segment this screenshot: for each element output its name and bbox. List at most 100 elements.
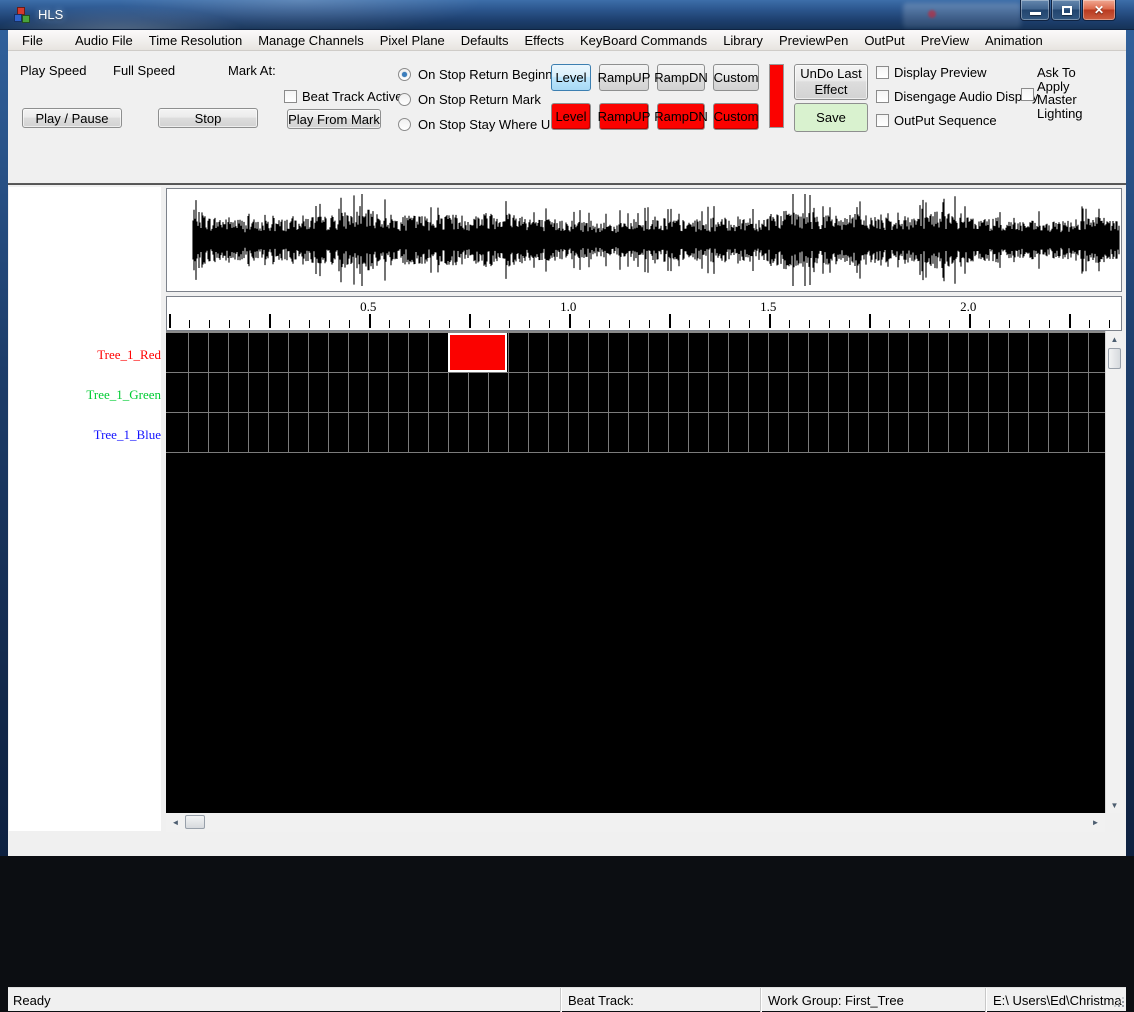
play-pause-button[interactable]: Play / Pause bbox=[22, 108, 122, 128]
scroll-left-icon[interactable]: ◄ bbox=[168, 814, 183, 831]
time-ruler[interactable]: 0.5 1.0 1.5 2.0 bbox=[166, 296, 1122, 331]
horizontal-scrollbar[interactable]: ◄ ► bbox=[166, 813, 1105, 832]
radio-on-stop-return-mark-icon[interactable] bbox=[398, 93, 411, 106]
checkbox-display-preview-box[interactable] bbox=[876, 66, 889, 79]
radio-on-stop-stay-where-u-r[interactable]: On Stop Stay Where U R bbox=[398, 117, 570, 132]
checkbox-disengage-audio-display-box[interactable] bbox=[876, 90, 889, 103]
ruler-tick bbox=[949, 320, 950, 328]
menu-bar: File Audio File Time Resolution Manage Chan… bbox=[8, 30, 1126, 51]
channel-label-tree-1-blue[interactable]: Tree_1_Blue bbox=[9, 427, 162, 443]
ask-master-line: Lighting bbox=[1037, 105, 1083, 121]
beat-track-active-checkbox[interactable]: Beat Track Active bbox=[284, 89, 402, 104]
ruler-tick bbox=[1089, 320, 1090, 328]
ruler-label-1-0: 1.0 bbox=[560, 299, 577, 314]
ruler-tick bbox=[369, 314, 371, 328]
channel-label-tree-1-red[interactable]: Tree_1_Red bbox=[9, 347, 162, 363]
ruler-tick bbox=[1049, 320, 1050, 328]
stop-button[interactable]: Stop bbox=[158, 108, 258, 128]
mark-at-label: Mark At: bbox=[228, 63, 276, 78]
ruler-tick bbox=[229, 320, 230, 328]
channel-grid[interactable] bbox=[166, 331, 1105, 813]
close-button[interactable]: ✕ bbox=[1082, 0, 1116, 21]
window-controls: ✕ bbox=[1020, 0, 1116, 21]
ruler-tick bbox=[829, 320, 830, 328]
status-beat-track: Beat Track: bbox=[560, 988, 760, 1012]
current-color-swatch[interactable] bbox=[769, 64, 784, 128]
resize-grip[interactable] bbox=[1112, 995, 1124, 1007]
menu-item-file[interactable]: File bbox=[14, 31, 51, 50]
effect-rampdn-red-button[interactable]: RampDN bbox=[654, 103, 708, 130]
ruler-tick bbox=[349, 320, 350, 328]
radio-on-stop-return-beginning-icon[interactable] bbox=[398, 68, 411, 81]
ruler-tick bbox=[1029, 320, 1030, 328]
vertical-scrollbar[interactable]: ▲ ▼ bbox=[1105, 331, 1123, 813]
checkbox-disengage-audio-display[interactable]: Disengage Audio Display bbox=[876, 89, 1039, 104]
grid-row-tree-1-blue[interactable] bbox=[166, 413, 1105, 453]
ruler-tick bbox=[989, 320, 990, 328]
scroll-down-icon[interactable]: ▼ bbox=[1106, 797, 1123, 813]
grid-row-tree-1-red[interactable] bbox=[166, 333, 1105, 373]
ask-to-apply-master-lighting-checkbox[interactable] bbox=[1021, 88, 1034, 101]
ask-master-line: Ask To bbox=[1037, 65, 1076, 80]
minimize-icon bbox=[1030, 12, 1041, 15]
ruler-tick bbox=[529, 320, 530, 328]
ruler-tick bbox=[729, 320, 730, 328]
ruler-tick bbox=[1109, 320, 1110, 328]
minimize-button[interactable] bbox=[1020, 0, 1050, 21]
checkbox-display-preview[interactable]: Display Preview bbox=[876, 65, 986, 80]
scroll-up-icon[interactable]: ▲ bbox=[1106, 331, 1123, 347]
status-ready: Ready bbox=[13, 992, 51, 1008]
ruler-tick bbox=[1009, 320, 1010, 328]
checkbox-output-sequence-box[interactable] bbox=[876, 114, 889, 127]
radio-on-stop-return-beginning[interactable]: On Stop Return Beginning bbox=[398, 67, 570, 82]
effect-rampup-red-button[interactable]: RampUP bbox=[598, 103, 650, 130]
effect-buttons-row-red: Level RampUP RampDN Custom bbox=[551, 103, 759, 130]
beat-track-checkbox-box[interactable] bbox=[284, 90, 297, 103]
maximize-button[interactable] bbox=[1051, 0, 1081, 21]
play-from-mark-button[interactable]: Play From Mark bbox=[287, 109, 381, 129]
menu-item-pixel-plane[interactable]: Pixel Plane bbox=[372, 31, 453, 50]
menu-item-animation[interactable]: Animation bbox=[977, 31, 1051, 50]
effect-custom-button[interactable]: Custom bbox=[713, 64, 759, 91]
menu-item-effects[interactable]: Effects bbox=[517, 31, 573, 50]
horizontal-scrollbar-thumb[interactable] bbox=[185, 815, 205, 829]
window-border-bottom bbox=[0, 856, 1134, 861]
effect-level-red-button[interactable]: Level bbox=[551, 103, 591, 130]
effect-level-button[interactable]: Level bbox=[551, 64, 591, 91]
menu-item-preview[interactable]: PreView bbox=[913, 31, 977, 50]
maximize-icon bbox=[1062, 6, 1072, 15]
radio-on-stop-return-beginning-label: On Stop Return Beginning bbox=[418, 67, 570, 82]
menu-item-output[interactable]: OutPut bbox=[856, 31, 912, 50]
ruler-tick bbox=[769, 314, 771, 328]
checkbox-output-sequence[interactable]: OutPut Sequence bbox=[876, 113, 997, 128]
ruler-tick bbox=[929, 320, 930, 328]
undo-last-effect-button[interactable]: UnDo Last Effect bbox=[794, 64, 868, 100]
ruler-tick bbox=[569, 314, 571, 328]
beat-track-checkbox-label: Beat Track Active bbox=[302, 89, 403, 104]
effect-custom-red-button[interactable]: Custom bbox=[713, 103, 759, 130]
active-effect-cell[interactable] bbox=[448, 333, 507, 372]
menu-item-defaults[interactable]: Defaults bbox=[453, 31, 517, 50]
channel-label-tree-1-green[interactable]: Tree_1_Green bbox=[9, 387, 162, 403]
radio-on-stop-return-mark[interactable]: On Stop Return Mark bbox=[398, 92, 570, 107]
audio-waveform-panel[interactable] bbox=[166, 188, 1122, 292]
ask-master-checkbox-box[interactable] bbox=[1021, 88, 1034, 101]
radio-on-stop-stay-where-u-r-icon[interactable] bbox=[398, 118, 411, 131]
audio-waveform bbox=[192, 194, 1120, 286]
menu-item-audio-file[interactable]: Audio File bbox=[67, 31, 141, 50]
menu-item-library[interactable]: Library bbox=[715, 31, 771, 50]
grid-row-tree-1-green[interactable] bbox=[166, 373, 1105, 413]
menu-item-keyboard-commands[interactable]: KeyBoard Commands bbox=[572, 31, 715, 50]
ruler-tick bbox=[809, 320, 810, 328]
ask-to-apply-master-lighting-label: Ask To Apply Master Lighting bbox=[1037, 66, 1083, 120]
scrollbar-corner bbox=[1105, 813, 1122, 832]
scroll-right-icon[interactable]: ► bbox=[1088, 814, 1103, 831]
menu-item-previewpen[interactable]: PreviewPen bbox=[771, 31, 856, 50]
effect-rampup-button[interactable]: RampUP bbox=[598, 64, 650, 91]
checkbox-display-preview-label: Display Preview bbox=[894, 65, 987, 80]
menu-item-manage-channels[interactable]: Manage Channels bbox=[250, 31, 372, 50]
save-button[interactable]: Save bbox=[794, 103, 868, 132]
menu-item-time-resolution[interactable]: Time Resolution bbox=[141, 31, 250, 50]
vertical-scrollbar-thumb[interactable] bbox=[1108, 348, 1121, 369]
effect-rampdn-button[interactable]: RampDN bbox=[654, 64, 708, 91]
